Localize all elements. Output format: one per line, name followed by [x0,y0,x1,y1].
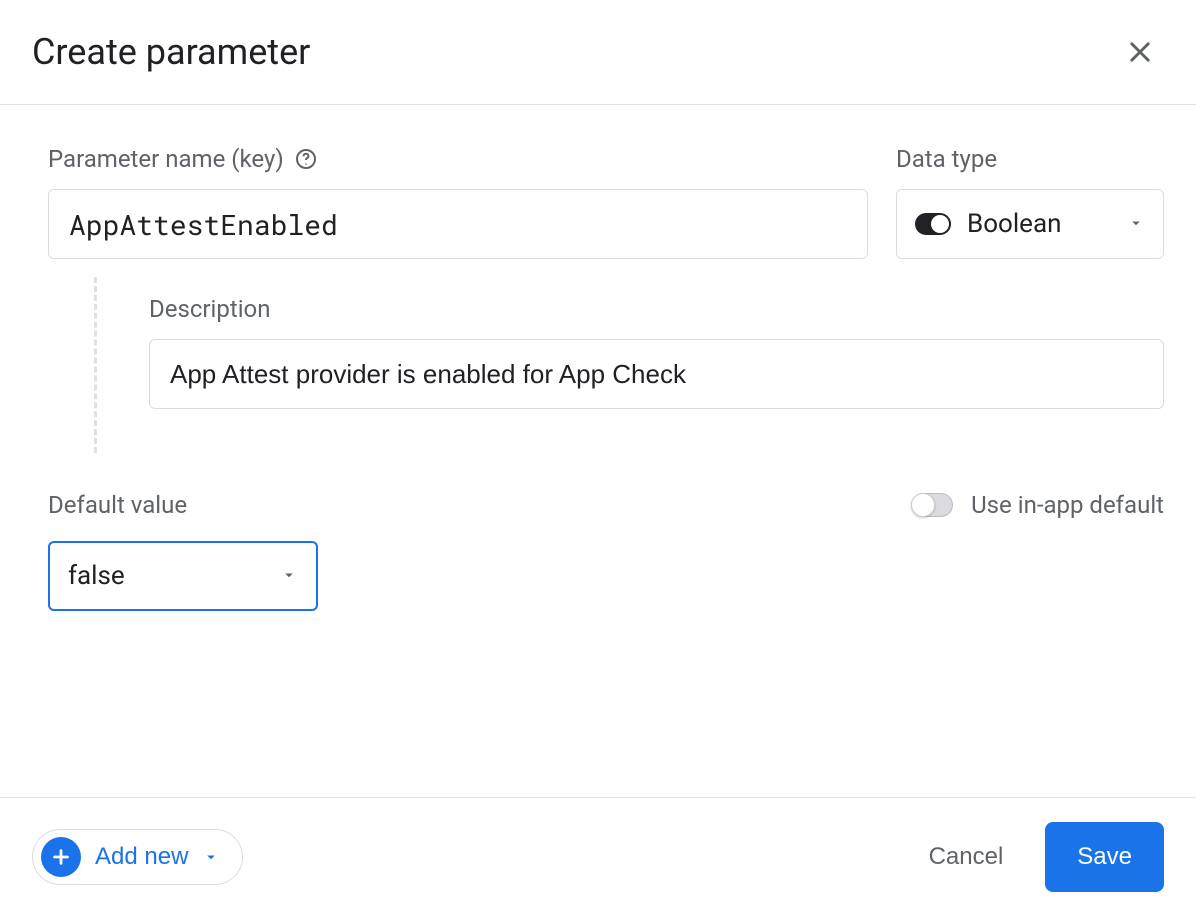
help-icon[interactable] [294,147,318,171]
dialog-footer: Add new Cancel Save [0,797,1196,924]
default-value-select[interactable]: false [48,541,318,611]
description-input[interactable] [149,339,1164,409]
data-type-value: Boolean [967,209,1061,239]
close-icon [1126,38,1154,66]
default-value-text: false [68,561,125,591]
cancel-button[interactable]: Cancel [911,829,1022,885]
dialog-title: Create parameter [32,31,310,73]
param-name-label-row: Parameter name (key) [48,145,868,173]
chevron-down-icon [280,561,298,591]
create-parameter-dialog: Create parameter Parameter name (key) [0,0,1196,924]
save-button[interactable]: Save [1045,822,1164,892]
add-new-label: Add new [95,843,188,871]
data-type-select[interactable]: Boolean [896,189,1164,259]
use-in-app-default-toggle[interactable] [911,493,953,517]
data-type-column: Data type Boolean [896,145,1164,259]
description-block: Description [48,277,1164,453]
chevron-down-icon [202,848,220,866]
param-name-column: Parameter name (key) [48,145,868,259]
use-in-app-default-label: Use in-app default [971,491,1164,519]
tree-connector-line [94,277,97,453]
default-value-label: Default value [48,491,187,519]
description-label: Description [149,295,1164,323]
data-type-label: Data type [896,145,1164,173]
use-in-app-default: Use in-app default [911,491,1164,519]
param-name-label: Parameter name (key) [48,145,284,173]
close-button[interactable] [1116,28,1164,76]
default-value-row: Default value Use in-app default [48,491,1164,519]
chevron-down-icon [1127,209,1145,239]
dialog-body: Parameter name (key) Data type Boole [0,105,1196,797]
boolean-icon [915,213,951,235]
plus-icon [41,837,81,877]
param-name-input[interactable] [48,189,868,259]
description-column: Description [149,277,1164,453]
add-new-button[interactable]: Add new [32,829,243,885]
dialog-header: Create parameter [0,0,1196,105]
name-and-type-row: Parameter name (key) Data type Boole [48,145,1164,259]
